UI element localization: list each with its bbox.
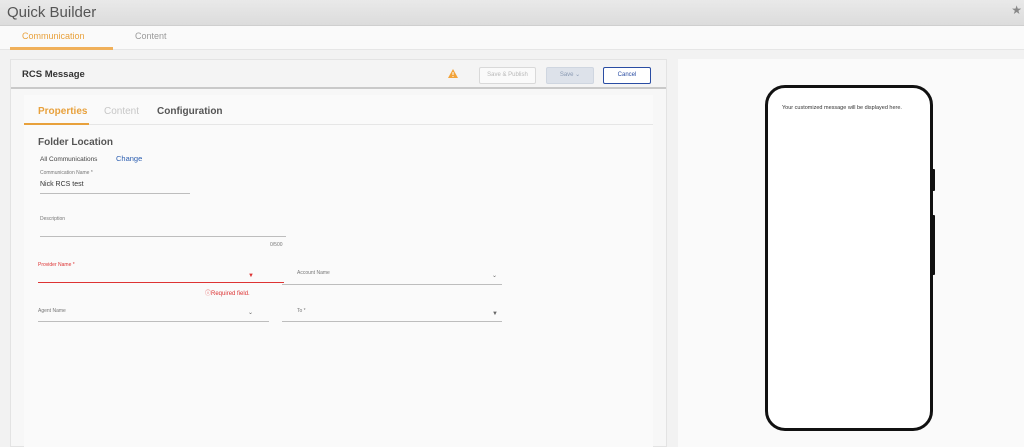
account-name-label: Account Name bbox=[297, 270, 330, 276]
star-icon[interactable]: ★ bbox=[1011, 3, 1022, 17]
provider-name-label: Provider Name * bbox=[38, 262, 75, 268]
phone-side-button bbox=[932, 215, 935, 275]
phone-preview: Your customized message will be displaye… bbox=[765, 85, 933, 431]
tab-properties[interactable]: Properties bbox=[38, 106, 87, 117]
provider-name-select[interactable] bbox=[38, 282, 284, 283]
tab-configuration[interactable]: Configuration bbox=[157, 106, 223, 117]
account-name-select[interactable] bbox=[282, 284, 502, 285]
tab-communication[interactable]: Communication bbox=[22, 31, 85, 46]
description-label: Description bbox=[40, 216, 66, 222]
change-folder-link[interactable]: Change bbox=[116, 154, 142, 163]
cancel-button[interactable]: Cancel bbox=[603, 67, 651, 84]
save-button[interactable]: Save ⌄ bbox=[546, 67, 594, 84]
communication-name-input[interactable]: Nick RCS test bbox=[40, 181, 84, 188]
agent-dropdown-icon[interactable]: ⌄ bbox=[248, 309, 253, 316]
top-tab-bar: Communication Content bbox=[0, 26, 1024, 50]
provider-error-message: ⓘRequired field. bbox=[205, 291, 250, 297]
editor-panel: RCS Message Save & Publish Save ⌄ Cancel… bbox=[10, 59, 667, 447]
active-tab-indicator bbox=[10, 47, 113, 50]
tab-content[interactable]: Content bbox=[135, 31, 167, 46]
agent-name-label: Agent Name bbox=[38, 308, 66, 314]
agent-name-select[interactable] bbox=[38, 321, 269, 322]
tab-divider bbox=[24, 124, 653, 125]
app-title: Quick Builder bbox=[7, 4, 97, 21]
to-select[interactable] bbox=[282, 321, 502, 322]
phone-volume-button bbox=[932, 169, 935, 191]
communication-name-label: Communication Name * bbox=[40, 170, 93, 176]
title-bar: Quick Builder ★ bbox=[0, 0, 1024, 26]
to-dropdown-icon[interactable]: ▼ bbox=[492, 311, 498, 317]
preview-panel: Your customized message will be displaye… bbox=[678, 59, 1024, 447]
properties-form: Properties Content Configuration Folder … bbox=[24, 95, 653, 447]
folder-location-heading: Folder Location bbox=[38, 137, 113, 148]
account-dropdown-icon[interactable]: ⌄ bbox=[492, 272, 497, 279]
preview-message: Your customized message will be displaye… bbox=[782, 105, 902, 111]
page-title: RCS Message bbox=[22, 69, 85, 80]
provider-dropdown-icon[interactable]: ▼ bbox=[248, 273, 254, 279]
description-input[interactable] bbox=[40, 236, 286, 237]
folder-location-value: All Communications bbox=[40, 156, 98, 163]
inner-tab-indicator bbox=[24, 123, 89, 125]
description-counter: 0/500 bbox=[270, 242, 283, 248]
editor-header: RCS Message Save & Publish Save ⌄ Cancel bbox=[11, 60, 666, 89]
to-label: To * bbox=[297, 308, 306, 314]
warning-triangle-icon[interactable] bbox=[448, 69, 458, 78]
communication-name-underline bbox=[40, 193, 190, 194]
save-publish-button[interactable]: Save & Publish bbox=[479, 67, 536, 84]
tab-inner-content[interactable]: Content bbox=[104, 106, 139, 117]
